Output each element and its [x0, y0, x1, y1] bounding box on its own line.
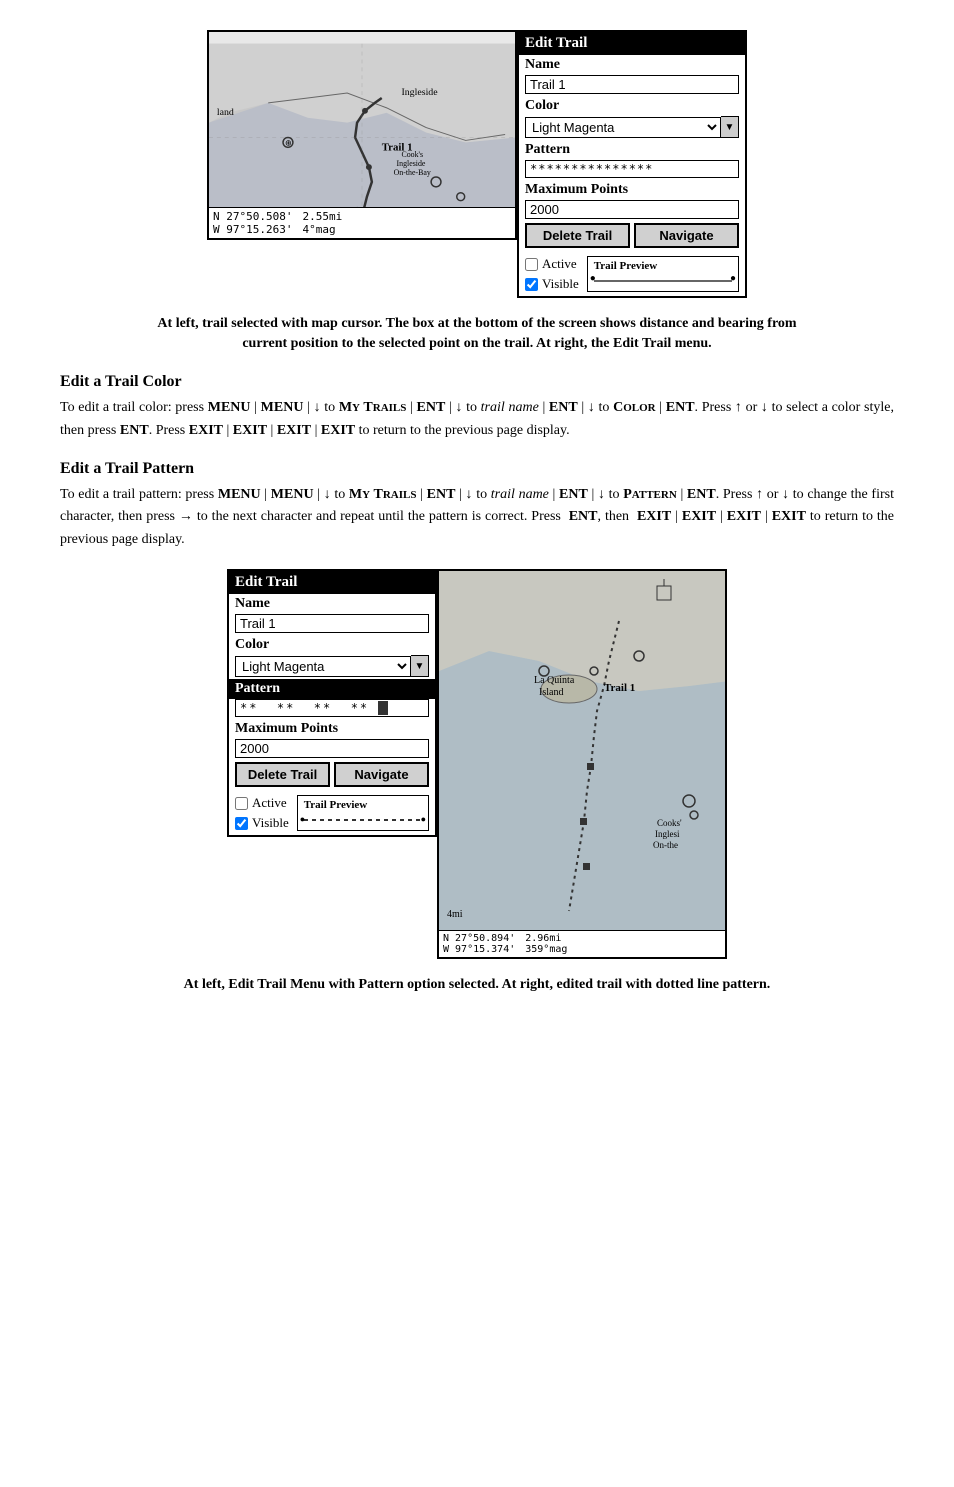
color-select-row: Light Magenta ▼: [525, 116, 739, 138]
mag: 4°mag: [302, 223, 342, 236]
delete-trail-button[interactable]: Delete Trail: [525, 223, 630, 248]
checkboxes: Active Visible: [525, 256, 579, 292]
top-map: Trail 1 Ingleside land Cook's Ingleside …: [207, 30, 517, 240]
section2-heading: Edit a Trail Pattern: [60, 460, 894, 478]
bottom-n-coord: N 27°50.894': [443, 933, 515, 944]
bottom-active-row[interactable]: Active: [235, 795, 289, 811]
bottom-color-select-row: Light Magenta ▼: [235, 655, 429, 677]
section1-para: To edit a trail color: press MENU | MENU…: [60, 397, 894, 442]
active-row[interactable]: Active: [525, 256, 579, 272]
trail-preview-box: Trail Preview: [587, 256, 739, 292]
section2-para: To edit a trail pattern: press MENU | ME…: [60, 484, 894, 551]
visible-label: Visible: [542, 276, 579, 292]
bottom-visible-checkbox[interactable]: [235, 817, 248, 830]
bottom-caption: At left, Edit Trail Menu with Pattern op…: [137, 975, 817, 995]
section2-heading-text: Edit a Trail Pattern: [60, 460, 194, 477]
n-coord: N 27°50.508': [213, 210, 292, 223]
active-checkbox[interactable]: [525, 258, 538, 271]
color-label: Color: [519, 96, 745, 116]
bottom-color-label: Color: [229, 635, 435, 655]
bottom-options: Active Visible Trail Preview: [519, 252, 745, 296]
svg-text:La Quinta: La Quinta: [534, 675, 575, 686]
name-input[interactable]: [525, 75, 739, 94]
bottom-w-coord: W 97°15.374': [443, 944, 515, 955]
svg-text:On-the-Bay: On-the-Bay: [394, 168, 431, 177]
visible-row[interactable]: Visible: [525, 276, 579, 292]
bottom-color-select[interactable]: Light Magenta: [235, 656, 411, 677]
svg-text:Trail 1: Trail 1: [604, 682, 635, 694]
w-coord: W 97°15.263': [213, 223, 292, 236]
svg-text:Island: Island: [539, 687, 563, 698]
distance: 2.55mi: [302, 210, 342, 223]
bottom-active-label: Active: [252, 795, 287, 811]
bottom-name-input[interactable]: [235, 614, 429, 633]
bottom-checkboxes: Active Visible: [235, 795, 289, 831]
bottom-trail-preview-line: ● ●: [304, 819, 422, 821]
visible-checkbox[interactable]: [525, 278, 538, 291]
svg-text:Ingleside: Ingleside: [397, 159, 426, 168]
color-select-arrow[interactable]: ▼: [721, 116, 739, 138]
pattern-label: Pattern: [519, 140, 745, 160]
bottom-max-points-input[interactable]: [235, 739, 429, 758]
svg-text:Ingleside: Ingleside: [401, 87, 438, 98]
top-figure: Trail 1 Ingleside land Cook's Ingleside …: [60, 30, 894, 298]
bottom-visible-row[interactable]: Visible: [235, 815, 289, 831]
active-label: Active: [542, 256, 577, 272]
svg-text:4mi: 4mi: [447, 909, 463, 920]
bottom-trail-preview-box: Trail Preview ● ●: [297, 795, 429, 831]
bottom-action-buttons: Delete Trail Navigate: [235, 762, 429, 787]
bottom-pattern-input[interactable]: ** ** ** **: [235, 699, 429, 717]
bottom-options-row: Active Visible Trail Preview ● ●: [229, 791, 435, 835]
bottom-figure: Edit Trail Name Color Light Magenta ▼ Pa…: [60, 569, 894, 959]
bottom-active-checkbox[interactable]: [235, 797, 248, 810]
max-points-label: Maximum Points: [519, 180, 745, 200]
name-label: Name: [519, 55, 745, 75]
svg-text:Cook's: Cook's: [401, 150, 423, 159]
trail-preview-label: Trail Preview: [594, 260, 732, 272]
svg-text:Inglesi: Inglesi: [655, 829, 680, 839]
bottom-navigate-button[interactable]: Navigate: [334, 762, 429, 787]
top-caption: At left, trail selected with map cursor.…: [137, 314, 817, 353]
bottom-visible-label: Visible: [252, 815, 289, 831]
bottom-edit-trail-panel: Edit Trail Name Color Light Magenta ▼ Pa…: [227, 569, 437, 837]
navigate-button[interactable]: Navigate: [634, 223, 739, 248]
svg-text:Cooks': Cooks': [657, 818, 682, 828]
bottom-map: La Quinta Island Trail 1 Cooks' Inglesi …: [437, 569, 727, 959]
svg-text:⊕: ⊕: [285, 138, 292, 147]
svg-text:land: land: [217, 107, 234, 118]
pattern-input[interactable]: ***************: [525, 160, 739, 178]
bottom-edit-trail-title: Edit Trail: [229, 571, 435, 594]
map-info-bar: N 27°50.508' W 97°15.263' 2.55mi 4°mag: [209, 207, 515, 238]
edit-trail-title: Edit Trail: [519, 32, 745, 55]
bottom-delete-trail-button[interactable]: Delete Trail: [235, 762, 330, 787]
bottom-color-select-arrow[interactable]: ▼: [411, 655, 429, 677]
trail-preview-line: [594, 280, 732, 282]
max-points-input[interactable]: [525, 200, 739, 219]
bottom-map-info-bar: N 27°50.894' W 97°15.374' 2.96mi 359°mag: [439, 930, 725, 957]
bottom-max-points-label: Maximum Points: [229, 719, 435, 739]
bottom-name-label: Name: [229, 594, 435, 614]
svg-text:On-the: On-the: [653, 840, 678, 850]
section1-heading-text: Edit a Trail Color: [60, 373, 182, 390]
action-buttons: Delete Trail Navigate: [525, 223, 739, 248]
section1-heading: Edit a Trail Color: [60, 373, 894, 391]
bottom-mag: 359°mag: [525, 944, 567, 955]
color-select[interactable]: Light Magenta: [525, 117, 721, 138]
bottom-pattern-label: Pattern: [229, 679, 435, 699]
bottom-distance: 2.96mi: [525, 933, 567, 944]
top-edit-trail-panel: Edit Trail Name Color Light Magenta ▼ Pa…: [517, 30, 747, 298]
bottom-trail-preview-label: Trail Preview: [304, 799, 422, 811]
